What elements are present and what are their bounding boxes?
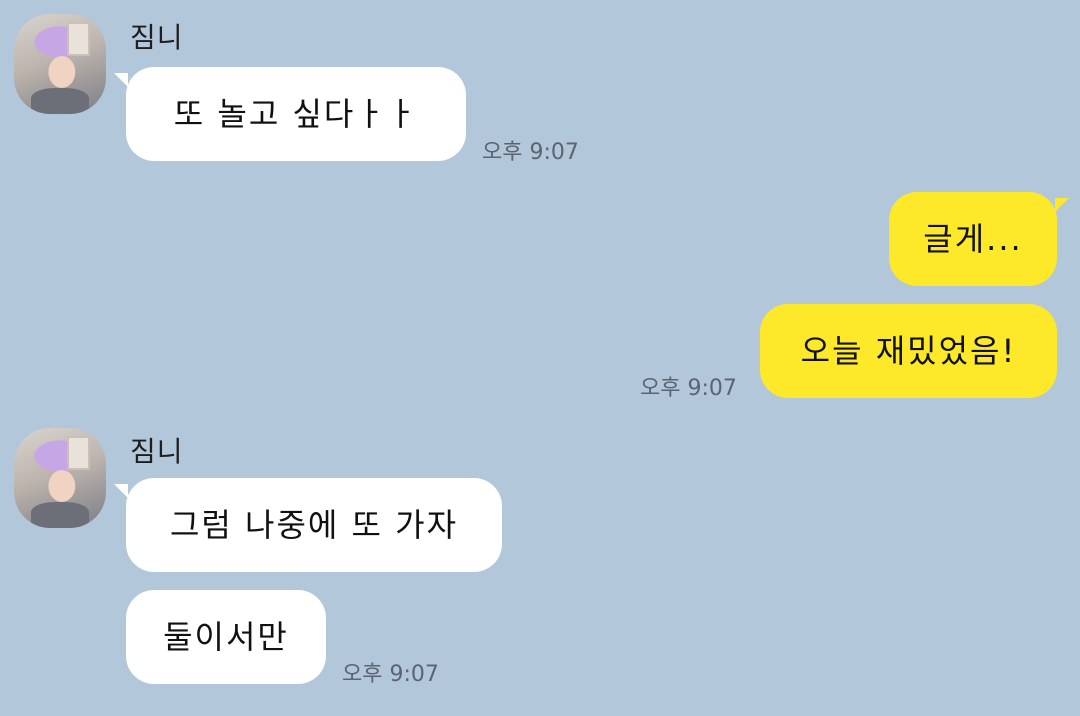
message-time: 오후 9:07 [342,662,439,687]
message-time: 오후 9:07 [482,140,579,165]
message-bubble-outgoing[interactable]: 오늘 재밌었음! [760,304,1057,398]
avatar-shirt [30,502,90,528]
message-text: 또 놀고 싶다ㅏㅏ [173,95,419,133]
message-text: 그럼 나중에 또 가자 [169,506,459,544]
avatar[interactable] [14,14,106,114]
message-text: 글게... [923,220,1023,258]
avatar-shirt [30,88,90,114]
message-text: 둘이서만 [163,618,289,656]
message-text: 오늘 재밌었음! [800,332,1017,370]
message-bubble-incoming[interactable]: 또 놀고 싶다ㅏㅏ [114,67,466,161]
avatar[interactable] [14,428,106,528]
avatar-background-photo [67,22,90,56]
sender-name: 짐니 [130,21,184,54]
message-time: 오후 9:07 [640,376,737,401]
message-bubble-incoming[interactable]: 그럼 나중에 또 가자 [114,478,502,572]
avatar-background-photo [67,436,90,470]
message-bubble-incoming[interactable]: 둘이서만 [126,590,326,684]
sender-name: 짐니 [130,435,184,468]
message-bubble-outgoing[interactable]: 글게... [889,192,1069,286]
